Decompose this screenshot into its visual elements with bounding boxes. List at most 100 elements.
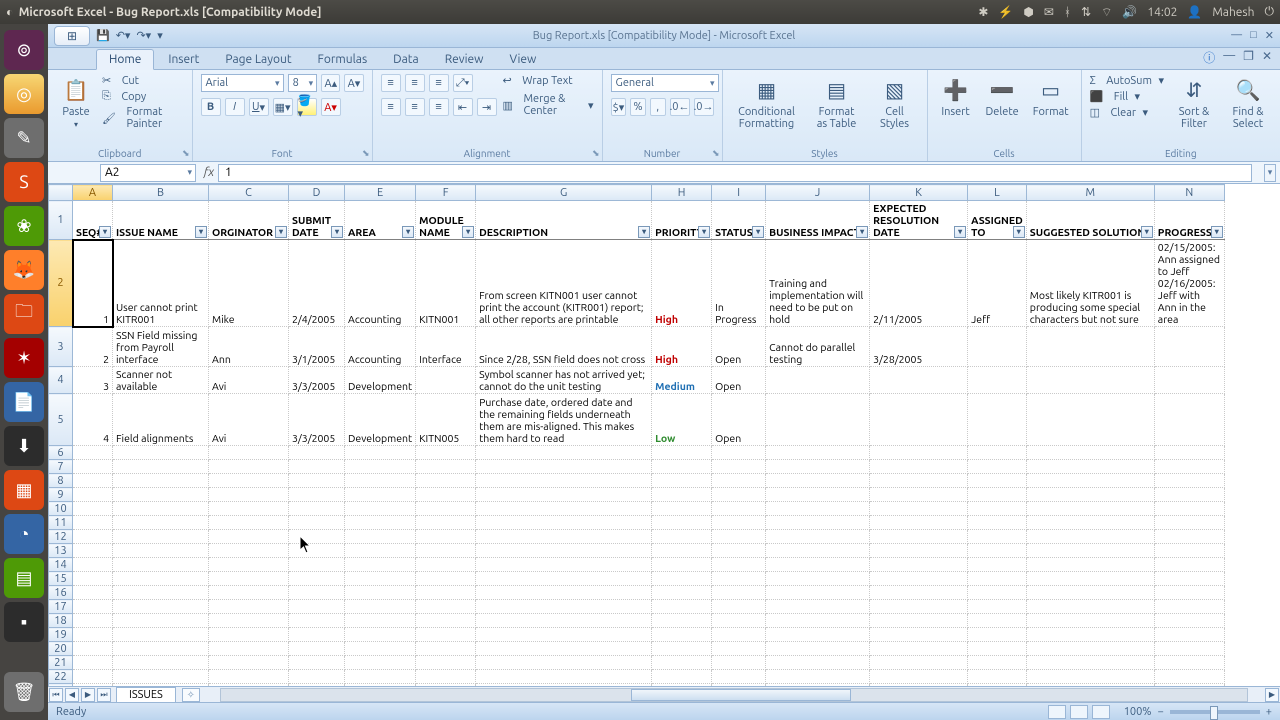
grow-font-button[interactable]: A▴	[321, 74, 340, 92]
column-header[interactable]: G	[476, 185, 652, 201]
table-cell[interactable]	[652, 628, 712, 642]
table-cell[interactable]	[652, 502, 712, 516]
table-cell[interactable]: Training and implementation will need to…	[766, 240, 870, 327]
table-cell[interactable]	[870, 516, 968, 530]
first-sheet-button[interactable]: ⏮	[49, 688, 63, 702]
table-cell[interactable]: 4	[73, 394, 113, 446]
horizontal-scrollbar[interactable]	[220, 688, 1248, 702]
tab-review[interactable]: Review	[433, 50, 496, 69]
table-cell[interactable]	[209, 586, 289, 600]
wrap-text-button[interactable]: ↩ Wrap Text	[503, 74, 594, 87]
table-cell[interactable]	[870, 530, 968, 544]
table-cell[interactable]	[1154, 670, 1224, 684]
table-cell[interactable]	[113, 544, 209, 558]
table-cell[interactable]	[870, 628, 968, 642]
align-middle-button[interactable]: ≡	[405, 74, 425, 92]
decrease-indent-button[interactable]: ⇤	[453, 98, 473, 116]
table-cell[interactable]	[1026, 572, 1154, 586]
column-header[interactable]: B	[113, 185, 209, 201]
table-cell[interactable]	[416, 656, 476, 670]
table-cell[interactable]: High	[652, 240, 712, 327]
tray-icon[interactable]: ⚡	[998, 5, 1013, 19]
zoom-slider[interactable]	[1170, 710, 1260, 714]
table-cell[interactable]	[1154, 530, 1224, 544]
table-cell[interactable]	[652, 558, 712, 572]
table-cell[interactable]	[870, 488, 968, 502]
table-cell[interactable]	[968, 327, 1027, 367]
fill-color-button[interactable]: 🪣▾	[297, 98, 317, 116]
table-cell[interactable]	[766, 558, 870, 572]
table-cell[interactable]	[73, 488, 113, 502]
table-cell[interactable]	[73, 544, 113, 558]
column-header[interactable]: J	[766, 185, 870, 201]
decrease-decimal-button[interactable]: .0→	[694, 98, 714, 116]
table-cell[interactable]: 02/15/2005: Ann assigned to Jeff 02/16/2…	[1154, 240, 1224, 327]
table-cell[interactable]	[652, 642, 712, 656]
row-header[interactable]: 19	[49, 628, 73, 642]
table-cell[interactable]: Avi	[209, 367, 289, 394]
table-cell[interactable]	[113, 516, 209, 530]
table-cell[interactable]: KITN005	[416, 394, 476, 446]
close-icon[interactable]: ✕	[1265, 29, 1274, 42]
shrink-font-button[interactable]: A▾	[344, 74, 363, 92]
table-cell[interactable]: 2/11/2005	[870, 240, 968, 327]
table-cell[interactable]	[1154, 516, 1224, 530]
table-cell[interactable]	[1026, 530, 1154, 544]
table-cell[interactable]	[1154, 600, 1224, 614]
table-cell[interactable]	[1026, 446, 1154, 460]
table-cell[interactable]	[73, 460, 113, 474]
doc-close-icon[interactable]: ✕	[1262, 49, 1272, 66]
row-header[interactable]: 18	[49, 614, 73, 628]
tray-icon[interactable]: ✱	[978, 5, 988, 19]
table-cell[interactable]	[1026, 367, 1154, 394]
delete-button[interactable]: ➖Delete	[982, 74, 1023, 120]
table-cell[interactable]	[289, 516, 345, 530]
table-cell[interactable]	[476, 488, 652, 502]
table-cell[interactable]	[652, 670, 712, 684]
office-button[interactable]: ⊞	[54, 26, 90, 46]
chrome-icon[interactable]: ◎	[4, 74, 44, 114]
row-header[interactable]: 12	[49, 530, 73, 544]
font-name-select[interactable]: Arial	[201, 74, 284, 92]
table-cell[interactable]	[289, 474, 345, 488]
format-button[interactable]: ▭Format	[1029, 74, 1073, 120]
table-cell[interactable]	[968, 558, 1027, 572]
formula-input[interactable]: 1	[218, 164, 1252, 182]
row-header[interactable]: 1	[49, 201, 73, 240]
save-icon[interactable]: 💾	[96, 29, 110, 42]
volume-icon[interactable]: 🔊	[1122, 5, 1137, 19]
table-header-cell[interactable]: SUBMIT DATE▾	[289, 201, 345, 240]
table-cell[interactable]: High	[652, 327, 712, 367]
table-cell[interactable]	[345, 628, 416, 642]
table-cell[interactable]	[766, 572, 870, 586]
wifi-icon[interactable]: ⌔	[1101, 5, 1112, 20]
clear-button[interactable]: ◫ Clear ▾	[1090, 106, 1164, 119]
table-cell[interactable]	[113, 586, 209, 600]
table-cell[interactable]	[113, 628, 209, 642]
name-box[interactable]: A2	[100, 164, 196, 182]
table-cell[interactable]	[870, 586, 968, 600]
table-cell[interactable]	[416, 460, 476, 474]
table-cell[interactable]	[712, 642, 766, 656]
table-cell[interactable]	[968, 516, 1027, 530]
table-cell[interactable]: Interface	[416, 327, 476, 367]
table-cell[interactable]	[113, 488, 209, 502]
table-cell[interactable]	[113, 600, 209, 614]
table-cell[interactable]	[1026, 656, 1154, 670]
table-cell[interactable]	[712, 488, 766, 502]
gedit-icon[interactable]: ✎	[4, 118, 44, 158]
table-cell[interactable]	[870, 446, 968, 460]
table-cell[interactable]	[712, 460, 766, 474]
italic-button[interactable]: I	[225, 98, 245, 116]
table-cell[interactable]: Accounting	[345, 327, 416, 367]
table-cell[interactable]: Avi	[209, 394, 289, 446]
table-cell[interactable]	[476, 670, 652, 684]
table-cell[interactable]	[968, 367, 1027, 394]
table-cell[interactable]	[416, 544, 476, 558]
table-cell[interactable]	[1154, 572, 1224, 586]
table-cell[interactable]	[289, 446, 345, 460]
table-cell[interactable]: Purchase date, ordered date and the rema…	[476, 394, 652, 446]
table-cell[interactable]	[476, 502, 652, 516]
table-cell[interactable]	[209, 446, 289, 460]
table-cell[interactable]	[113, 530, 209, 544]
